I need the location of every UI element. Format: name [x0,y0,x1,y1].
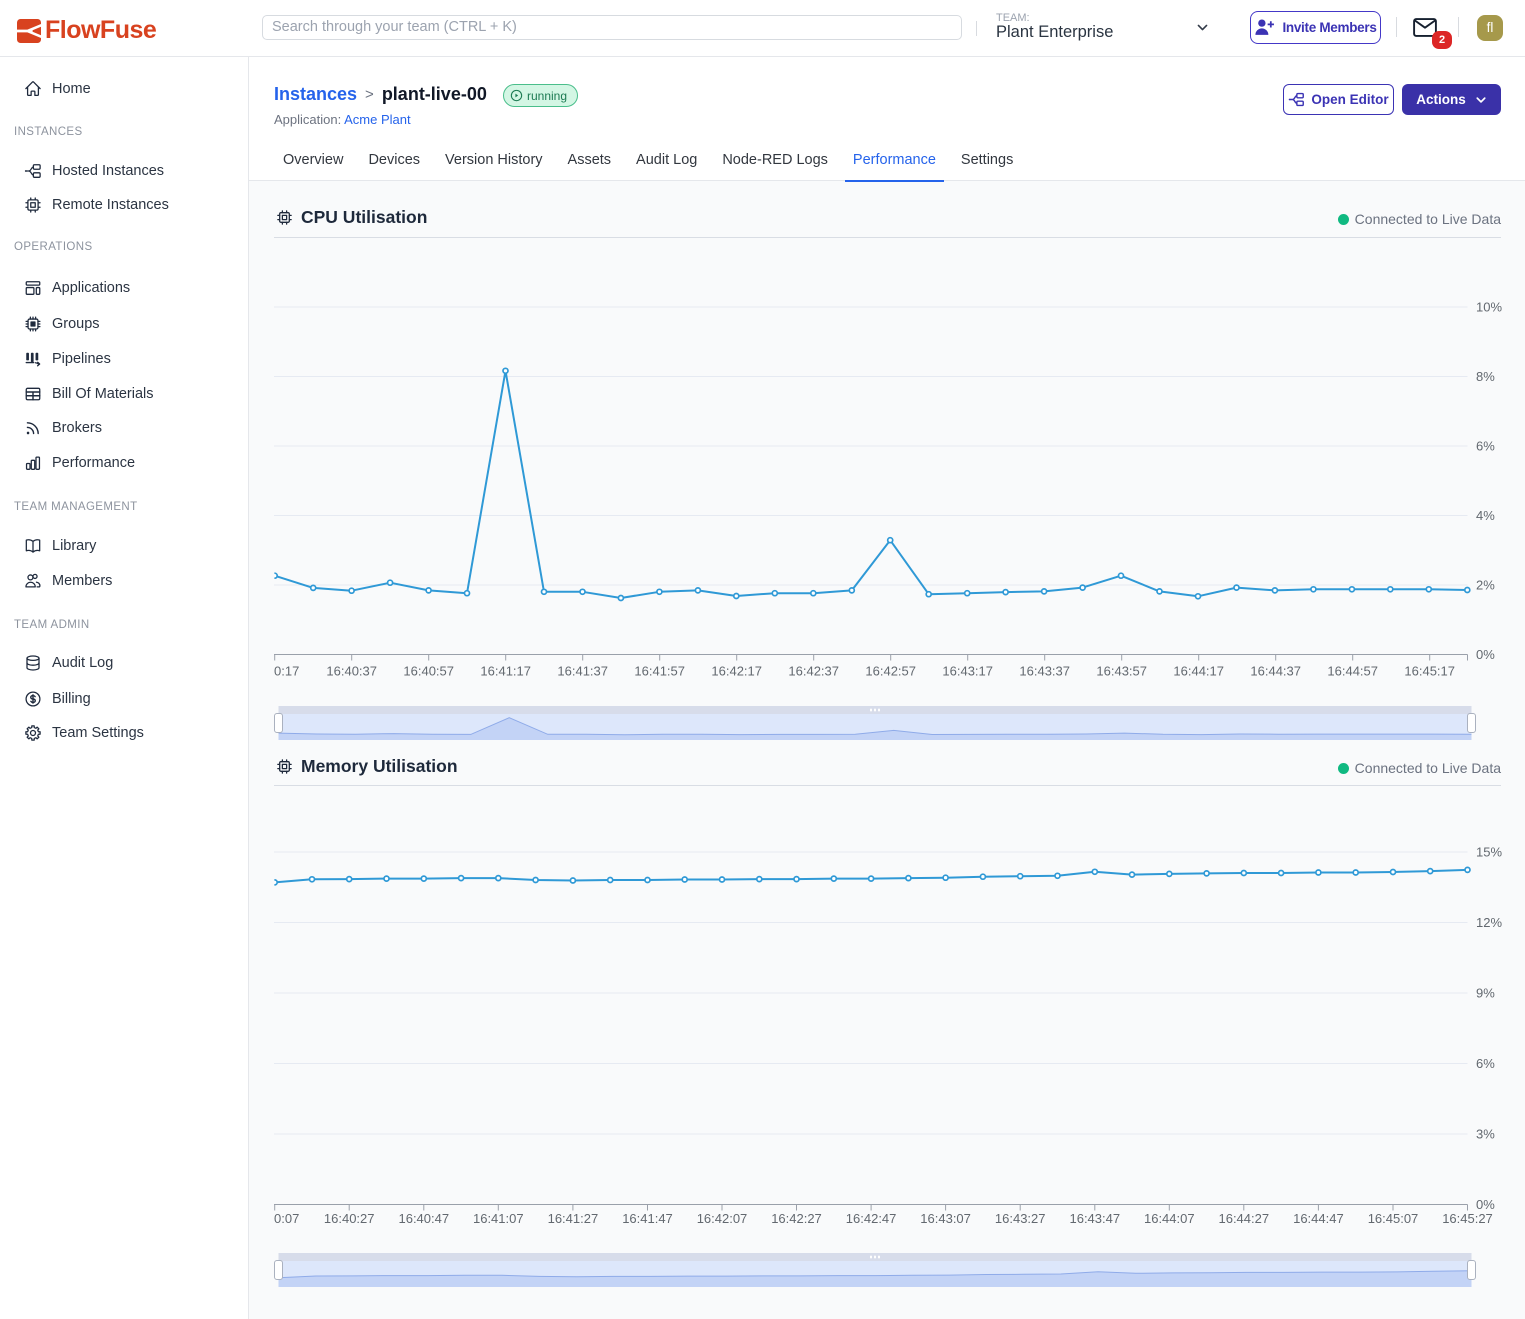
svg-text:16:40:37: 16:40:37 [326,664,377,679]
svg-text:6%: 6% [1476,439,1495,454]
svg-text:16:43:07: 16:43:07 [920,1211,971,1226]
svg-text:16:41:57: 16:41:57 [634,664,685,679]
svg-text:16:43:47: 16:43:47 [1069,1211,1120,1226]
svg-text:16:42:07: 16:42:07 [697,1211,748,1226]
svg-text:16:41:47: 16:41:47 [622,1211,673,1226]
svg-text:16:42:27: 16:42:27 [771,1211,822,1226]
svg-text:0%: 0% [1476,1197,1495,1212]
svg-text:16:40:47: 16:40:47 [398,1211,449,1226]
svg-text:16:44:47: 16:44:47 [1293,1211,1344,1226]
svg-text:16:45:17: 16:45:17 [1404,664,1455,679]
svg-text:16:41:17: 16:41:17 [480,664,531,679]
svg-text:16:43:27: 16:43:27 [995,1211,1046,1226]
svg-text:15%: 15% [1476,845,1502,860]
svg-text:16:42:47: 16:42:47 [846,1211,897,1226]
svg-text:16:45:07: 16:45:07 [1368,1211,1419,1226]
svg-text:16:40:27: 16:40:27 [324,1211,375,1226]
svg-text:0:07: 0:07 [274,1211,299,1226]
svg-text:16:44:37: 16:44:37 [1250,664,1301,679]
svg-text:16:42:57: 16:42:57 [865,664,916,679]
svg-text:9%: 9% [1476,986,1495,1001]
svg-text:16:42:37: 16:42:37 [788,664,839,679]
svg-text:16:44:07: 16:44:07 [1144,1211,1195,1226]
svg-text:16:43:37: 16:43:37 [1019,664,1070,679]
svg-text:16:43:57: 16:43:57 [1096,664,1147,679]
svg-text:0%: 0% [1476,647,1495,662]
svg-text:16:44:17: 16:44:17 [1173,664,1224,679]
svg-text:6%: 6% [1476,1056,1495,1071]
svg-text:4%: 4% [1476,508,1495,523]
svg-text:16:45:27: 16:45:27 [1442,1211,1493,1226]
svg-text:16:41:27: 16:41:27 [548,1211,599,1226]
svg-text:3%: 3% [1476,1127,1495,1142]
svg-text:16:44:57: 16:44:57 [1327,664,1378,679]
svg-text:8%: 8% [1476,369,1495,384]
svg-text:16:41:07: 16:41:07 [473,1211,524,1226]
svg-text:12%: 12% [1476,915,1502,930]
svg-text:16:43:17: 16:43:17 [942,664,993,679]
svg-text:2%: 2% [1476,578,1495,593]
svg-text:10%: 10% [1476,300,1502,315]
svg-text:16:40:57: 16:40:57 [403,664,454,679]
svg-text:16:44:27: 16:44:27 [1218,1211,1269,1226]
svg-text:16:41:37: 16:41:37 [557,664,608,679]
svg-text:16:42:17: 16:42:17 [711,664,762,679]
svg-text:0:17: 0:17 [274,664,299,679]
